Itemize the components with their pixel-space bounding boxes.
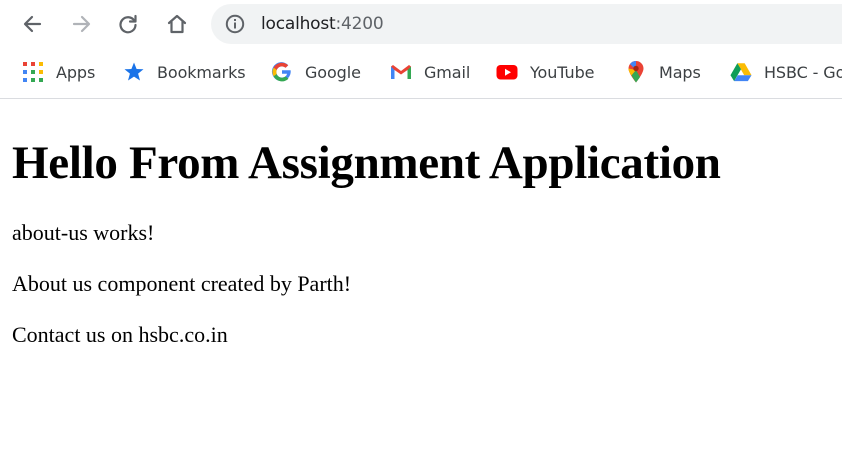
bookmark-maps[interactable]: Maps	[625, 60, 701, 84]
back-arrow-icon	[23, 15, 42, 33]
contact-text: Contact us on hsbc.co.in	[12, 322, 228, 347]
url-port: :4200	[335, 14, 384, 34]
about-us-works-text: about-us works!	[12, 220, 155, 245]
maps-pin-icon	[625, 61, 647, 83]
back-button[interactable]	[16, 8, 48, 40]
bookmark-label: Maps	[659, 62, 701, 82]
reload-button[interactable]	[112, 8, 144, 40]
bookmark-hsbc[interactable]: HSBC - Go	[730, 60, 842, 84]
about-us-description: About us component created by Parth!	[12, 271, 352, 296]
apps-grid-icon	[22, 61, 44, 83]
bookmark-apps[interactable]: Apps	[22, 60, 95, 84]
drive-icon	[730, 61, 752, 83]
home-button[interactable]	[161, 8, 193, 40]
home-icon	[167, 14, 187, 34]
bookmark-label: Bookmarks	[157, 62, 246, 82]
url-host: localhost	[261, 14, 336, 34]
bookmarks-bar: Apps Bookmarks Google Gmail YouTube Maps…	[0, 50, 842, 99]
url-text[interactable]: localhost:4200	[261, 4, 384, 44]
google-icon	[271, 61, 293, 83]
bookmark-label: HSBC - Go	[764, 62, 842, 82]
forward-button[interactable]	[66, 8, 98, 40]
page-heading: Hello From Assignment Application	[12, 137, 721, 189]
bookmark-youtube[interactable]: YouTube	[496, 60, 594, 84]
bookmark-gmail[interactable]: Gmail	[390, 60, 470, 84]
bookmark-label: YouTube	[530, 62, 595, 82]
youtube-icon	[496, 61, 518, 83]
star-icon	[123, 61, 145, 83]
bookmark-label: Google	[305, 62, 361, 82]
bookmark-bookmarks[interactable]: Bookmarks	[123, 60, 246, 84]
reload-icon	[119, 14, 137, 34]
forward-arrow-icon	[72, 15, 91, 33]
gmail-icon	[390, 61, 412, 83]
bookmark-label: Apps	[56, 62, 96, 82]
browser-toolbar: localhost:4200	[0, 0, 842, 50]
bookmark-label: Gmail	[424, 62, 471, 82]
bookmark-google[interactable]: Google	[271, 60, 361, 84]
address-bar[interactable]: localhost:4200	[211, 4, 842, 44]
info-icon[interactable]	[225, 14, 245, 34]
